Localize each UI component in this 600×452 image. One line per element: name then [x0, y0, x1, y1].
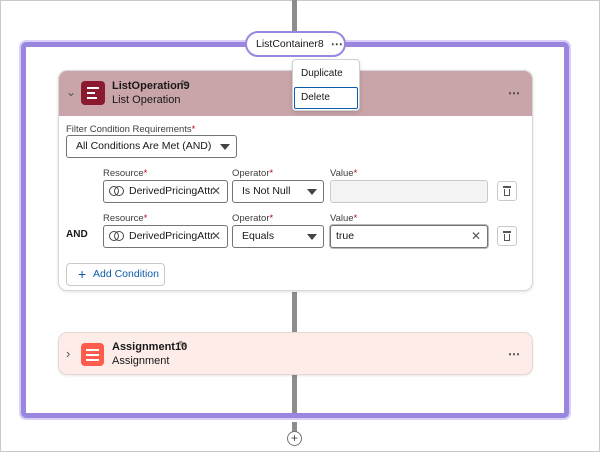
chevron-right-icon[interactable]: › [66, 346, 70, 361]
resource-label: Resource* [103, 168, 148, 179]
list-operation-icon [81, 81, 105, 105]
container-actions-menu: Duplicate Delete [292, 59, 360, 111]
resource-icon [109, 231, 124, 242]
edit-pencil-icon[interactable]: ✎ [178, 340, 186, 351]
list-container-pill[interactable]: ListContainer8 ⋯ [245, 31, 346, 57]
operator-label: Operator* [232, 168, 274, 179]
and-operator-label: AND [66, 229, 88, 240]
plus-icon: + [290, 431, 298, 445]
trash-icon[interactable] [497, 181, 517, 201]
add-condition-button[interactable]: + Add Condition [66, 263, 165, 286]
assignment-card[interactable]: › Assignment10 ✎ Assignment ⋯ [58, 332, 533, 375]
menu-item-duplicate[interactable]: Duplicate [294, 63, 358, 85]
filter-requirements-label: Filter Condition Requirements* [66, 124, 196, 135]
operator-select[interactable]: Equals [232, 225, 324, 248]
value-label: Value* [330, 168, 358, 179]
resource-combobox[interactable]: DerivedPricingAttr ✕ [103, 225, 228, 248]
clear-icon[interactable]: ✕ [471, 226, 481, 247]
more-actions-icon[interactable]: ⋯ [508, 86, 521, 100]
menu-item-delete[interactable]: Delete [294, 87, 358, 109]
resource-label: Resource* [103, 213, 148, 224]
flow-connector-top [292, 0, 297, 32]
chevron-down-icon [307, 234, 317, 240]
add-element-button[interactable]: + [287, 431, 302, 446]
value-input-disabled [330, 180, 488, 203]
value-label: Value* [330, 213, 358, 224]
more-actions-icon[interactable]: ⋯ [508, 347, 521, 361]
assignment-icon [81, 343, 104, 366]
clear-icon[interactable]: ✕ [211, 181, 221, 202]
list-operation-subtitle: List Operation [112, 94, 181, 106]
operator-select[interactable]: Is Not Null [232, 180, 324, 203]
trash-icon[interactable] [497, 226, 517, 246]
assignment-title: Assignment10 [112, 341, 188, 353]
operator-label: Operator* [232, 213, 274, 224]
clear-icon[interactable]: ✕ [211, 226, 221, 247]
filter-requirements-select[interactable]: All Conditions Are Met (AND) [66, 135, 237, 158]
resource-icon [109, 186, 124, 197]
resource-combobox[interactable]: DerivedPricingAttr ✕ [103, 180, 228, 203]
value-input[interactable]: true ✕ [330, 225, 488, 248]
list-operation-title: ListOperation9 [112, 80, 190, 92]
more-actions-icon[interactable]: ⋯ [331, 37, 344, 51]
chevron-down-icon[interactable]: ⌄ [66, 85, 76, 99]
chevron-down-icon [307, 189, 317, 195]
list-container-label: ListContainer8 [256, 38, 324, 50]
edit-pencil-icon[interactable]: ✎ [180, 79, 188, 90]
chevron-down-icon [220, 144, 230, 150]
assignment-subtitle: Assignment [112, 355, 170, 367]
add-icon: + [78, 266, 87, 282]
